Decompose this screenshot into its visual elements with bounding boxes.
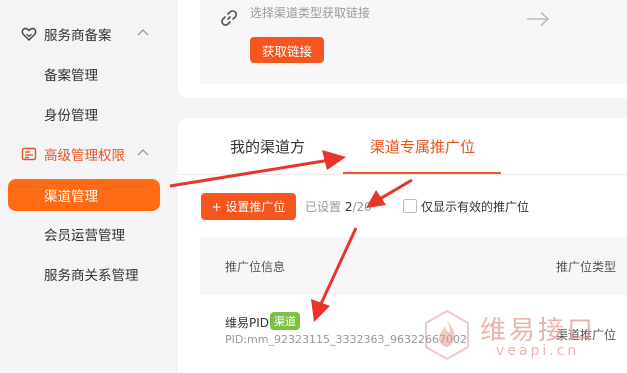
- slot-count-prefix: 已设置: [305, 200, 342, 214]
- sidebar-item-label: 服务商关系管理: [44, 268, 139, 284]
- channel-badge: 渠道: [270, 312, 300, 330]
- set-promotion-slot-button[interactable]: + 设置推广位: [201, 193, 296, 220]
- sidebar: 服务商备案 备案管理 身份管理 高级管理权限 渠道管理 会员运营管理 服务商关系…: [0, 0, 175, 373]
- sidebar-group-label: 服务商备案: [44, 28, 112, 44]
- tab-channel-promotion-slots[interactable]: 渠道专属推广位: [370, 136, 475, 157]
- slot-count: 已设置 2/20: [305, 198, 372, 215]
- sidebar-item-provider-relations[interactable]: 服务商关系管理: [8, 258, 160, 290]
- sidebar-item-label: 渠道管理: [44, 189, 98, 205]
- chevron-up-icon: [137, 149, 149, 156]
- sidebar-group-advanced-permissions[interactable]: 高级管理权限: [0, 134, 175, 174]
- active-tab-indicator: [343, 172, 501, 174]
- heart-shield-icon: [21, 27, 37, 41]
- valid-only-label[interactable]: 仅显示有效的推广位: [421, 198, 529, 215]
- sidebar-group-label: 高级管理权限: [44, 148, 125, 164]
- sidebar-item-identity-management[interactable]: 身份管理: [8, 98, 160, 130]
- column-header-info: 推广位信息: [225, 260, 286, 274]
- sidebar-item-filing-management[interactable]: 备案管理: [8, 58, 160, 90]
- sidebar-item-member-operations[interactable]: 会员运营管理: [8, 218, 160, 250]
- chevron-up-icon: [137, 29, 149, 36]
- get-link-button[interactable]: 获取链接: [250, 37, 324, 63]
- watermark-logo-icon: [425, 309, 469, 361]
- column-header-type: 推广位类型: [556, 260, 617, 274]
- link-icon: [221, 10, 238, 26]
- row-name: 维易PID: [225, 316, 270, 330]
- watermark-domain: veapi.cn: [496, 343, 580, 359]
- slot-count-total: /20: [352, 200, 372, 214]
- sidebar-item-label: 身份管理: [44, 108, 98, 124]
- watermark-text: 维易接口: [480, 316, 597, 346]
- sidebar-item-label: 会员运营管理: [44, 228, 125, 244]
- tab-my-channels[interactable]: 我的渠道方: [230, 136, 305, 157]
- sidebar-item-channel-management[interactable]: 渠道管理: [8, 179, 160, 211]
- link-hint: 选择渠道类型获取链接: [250, 6, 371, 20]
- arrow-right-icon[interactable]: [526, 11, 550, 27]
- id-card-icon: [21, 147, 37, 161]
- sidebar-item-label: 备案管理: [44, 68, 98, 84]
- sidebar-group-filing[interactable]: 服务商备案: [0, 14, 175, 54]
- valid-only-checkbox[interactable]: [403, 199, 417, 213]
- tab-divider: [178, 174, 627, 175]
